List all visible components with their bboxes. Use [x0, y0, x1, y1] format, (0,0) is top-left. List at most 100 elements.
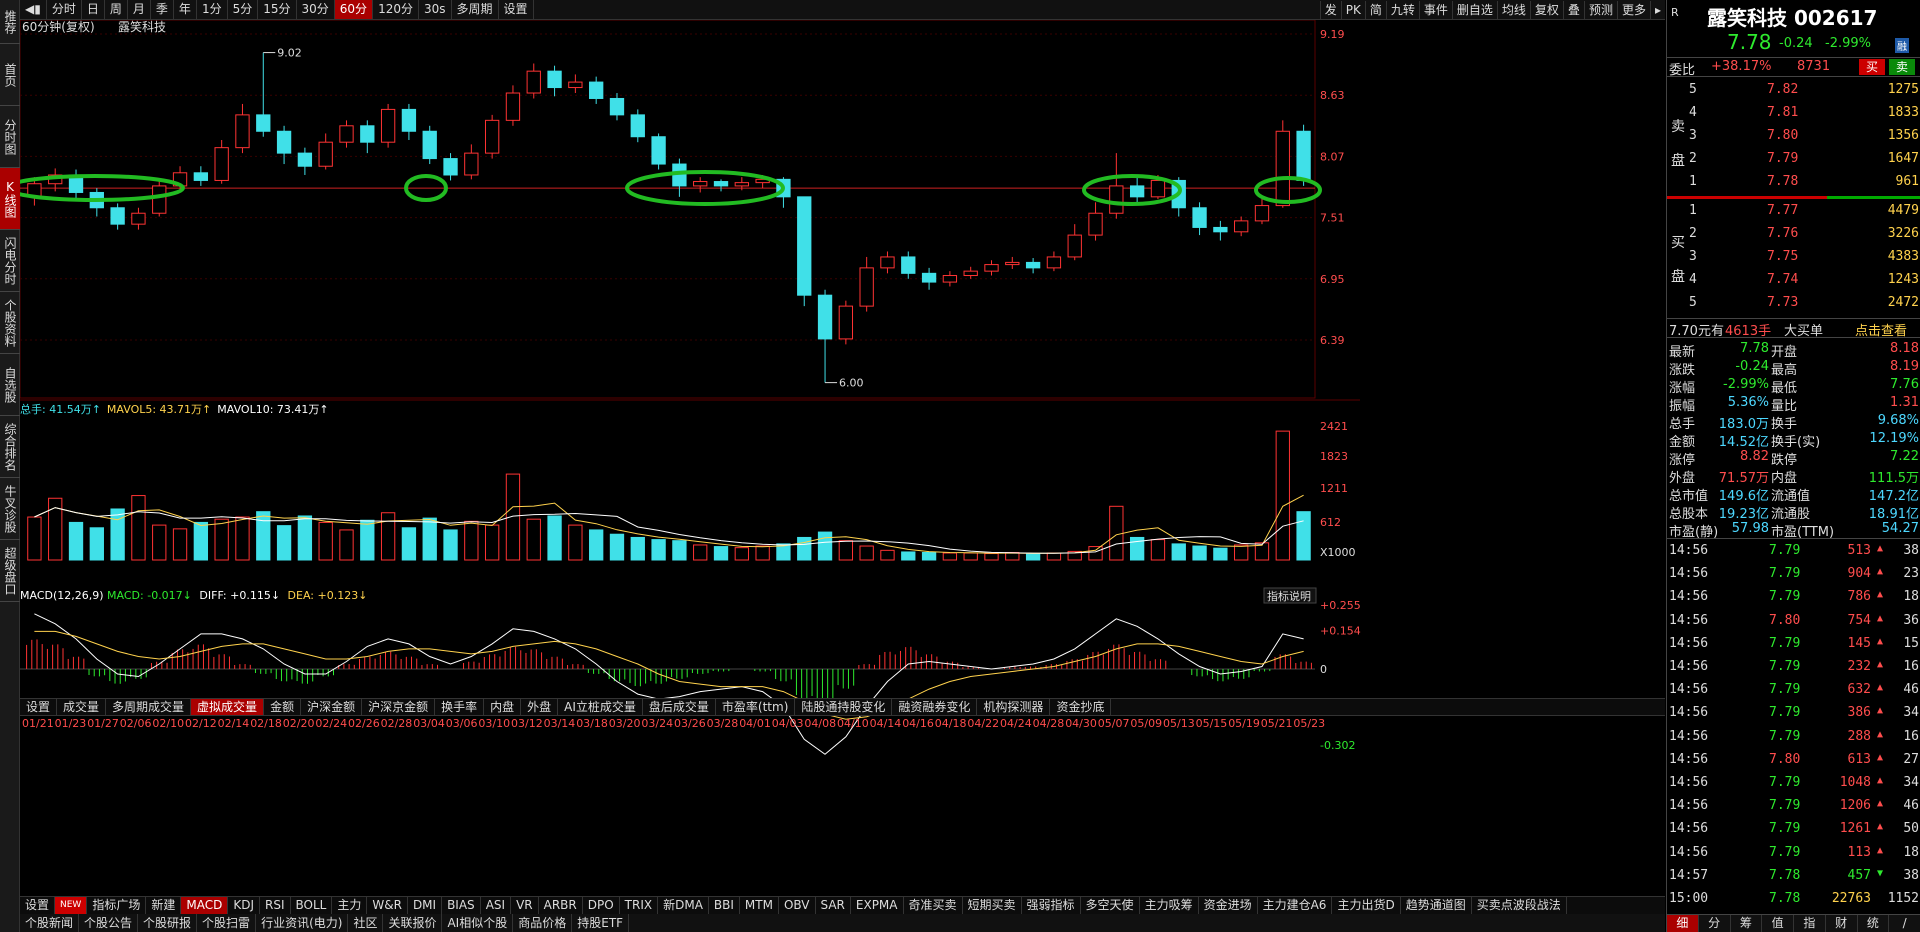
indicator-tab-13[interactable]: 陆股通持股变化 — [795, 699, 893, 715]
top-tool-0[interactable]: 发 — [1319, 0, 1341, 20]
bottom-link-8[interactable]: 商品价格 — [513, 914, 573, 932]
period-2[interactable]: 周 — [105, 0, 128, 19]
left-nav-item-9[interactable]: 超级盘口 — [0, 540, 20, 602]
bottom-tab-7[interactable]: BOLL — [291, 897, 333, 914]
pin-icon[interactable]: ▸ — [1649, 0, 1665, 20]
indicator-tab-14[interactable]: 融资融券变化 — [892, 699, 978, 715]
bottom-link-6[interactable]: 关联报价 — [383, 914, 443, 932]
indicator-tab-6[interactable]: 沪深京金额 — [362, 699, 436, 715]
bottom-tab-15[interactable]: DPO — [583, 897, 620, 914]
bottom-tab-8[interactable]: 主力 — [332, 897, 368, 914]
bottom-tab-10[interactable]: DMI — [408, 897, 443, 914]
top-tool-9[interactable]: 预测 — [1583, 0, 1617, 20]
bottom-tab-1[interactable]: NEW — [55, 897, 88, 914]
period-9[interactable]: 30分 — [297, 0, 335, 19]
left-nav-item-7[interactable]: 综合排名 — [0, 416, 20, 478]
quote-tab-6[interactable]: 统 — [1858, 915, 1890, 932]
bottom-tab-17[interactable]: 新DMA — [658, 897, 709, 914]
bottom-tab-25[interactable]: 强弱指标 — [1022, 897, 1081, 914]
bottom-link-3[interactable]: 个股扫雷 — [197, 914, 257, 932]
period-1[interactable]: 日 — [82, 0, 105, 19]
period-5[interactable]: 年 — [174, 0, 197, 19]
bottom-tab-27[interactable]: 主力吸筹 — [1140, 897, 1199, 914]
bottom-tab-22[interactable]: EXPMA — [851, 897, 904, 914]
quote-tab-7[interactable]: / — [1889, 915, 1920, 932]
indicator-tab-11[interactable]: 盘后成交量 — [643, 699, 716, 715]
period-12[interactable]: 30s — [419, 0, 452, 19]
bottom-tab-26[interactable]: 多空天使 — [1081, 897, 1140, 914]
bottom-tab-4[interactable]: MACD — [181, 897, 229, 914]
bottom-tab-29[interactable]: 主力建仓A6 — [1258, 897, 1333, 914]
period-7[interactable]: 5分 — [228, 0, 259, 19]
bottom-tab-30[interactable]: 主力出货D — [1332, 897, 1401, 914]
bottom-link-0[interactable]: 个股新闻 — [20, 914, 80, 932]
period-13[interactable]: 多周期 — [452, 0, 499, 19]
bottom-tab-19[interactable]: MTM — [740, 897, 779, 914]
quote-tab-4[interactable]: 指 — [1794, 915, 1826, 932]
indicator-tab-2[interactable]: 多周期成交量 — [106, 699, 192, 715]
indicator-tab-0[interactable]: 设置 — [20, 699, 58, 715]
bottom-tab-20[interactable]: OBV — [779, 897, 816, 914]
left-nav-item-1[interactable]: 首页 — [0, 44, 20, 106]
period-4[interactable]: 季 — [151, 0, 174, 19]
bottom-link-9[interactable]: 持股ETF — [572, 914, 630, 932]
period-6[interactable]: 1分 — [197, 0, 228, 19]
bottom-tab-23[interactable]: 奇准买卖 — [904, 897, 963, 914]
bottom-tab-14[interactable]: ARBR — [539, 897, 583, 914]
indicator-tab-1[interactable]: 成交量 — [57, 699, 107, 715]
bottom-tab-11[interactable]: BIAS — [442, 897, 481, 914]
bottom-link-4[interactable]: 行业资讯(电力) — [256, 914, 349, 932]
top-tool-7[interactable]: 复权 — [1529, 0, 1563, 20]
bottom-tab-0[interactable]: 设置 — [20, 897, 56, 914]
top-tool-2[interactable]: 简 — [1364, 0, 1386, 20]
bottom-tab-6[interactable]: RSI — [260, 897, 291, 914]
left-nav-item-4[interactable]: 闪电分时 — [0, 230, 20, 292]
bottom-link-7[interactable]: AI相似个股 — [442, 914, 514, 932]
indicator-tab-9[interactable]: 外盘 — [521, 699, 559, 715]
quote-tab-1[interactable]: 分 — [1699, 915, 1731, 932]
play-icon[interactable]: ◀▮ — [20, 0, 47, 19]
bottom-tab-2[interactable]: 指标广场 — [87, 897, 147, 914]
bottom-link-2[interactable]: 个股研报 — [138, 914, 198, 932]
left-nav-item-6[interactable]: 自选股 — [0, 354, 20, 416]
bottom-tab-12[interactable]: ASI — [481, 897, 512, 914]
left-nav-item-0[interactable]: 推荐 — [0, 0, 20, 44]
indicator-tab-12[interactable]: 市盈率(ttm) — [716, 699, 796, 715]
left-nav-item-5[interactable]: 个股资料 — [0, 292, 20, 354]
indicator-tab-10[interactable]: AI立桩成交量 — [558, 699, 643, 715]
period-0[interactable]: 分时 — [47, 0, 82, 19]
top-tool-8[interactable]: 叠 — [1562, 0, 1584, 20]
period-11[interactable]: 120分 — [373, 0, 419, 19]
bottom-tab-16[interactable]: TRIX — [620, 897, 659, 914]
bottom-tab-9[interactable]: W&R — [367, 897, 408, 914]
indicator-tab-8[interactable]: 内盘 — [484, 699, 522, 715]
quote-tab-3[interactable]: 值 — [1762, 915, 1794, 932]
bottom-tab-32[interactable]: 买卖点波段战法 — [1472, 897, 1567, 914]
indicator-tab-4[interactable]: 金额 — [264, 699, 302, 715]
quote-tab-2[interactable]: 筹 — [1731, 915, 1763, 932]
bottom-link-5[interactable]: 社区 — [348, 914, 384, 932]
bottom-tab-21[interactable]: SAR — [816, 897, 851, 914]
period-10[interactable]: 60分 — [334, 0, 374, 19]
period-14[interactable]: 设置 — [499, 0, 534, 19]
bottom-tab-31[interactable]: 趋势通道图 — [1401, 897, 1472, 914]
bottom-tab-28[interactable]: 资金进场 — [1199, 897, 1258, 914]
indicator-tab-7[interactable]: 换手率 — [435, 699, 485, 715]
kline-chart[interactable]: 60分钟(复权) 露笑科技 9.19 8.63 8.07 7.51 6.95 6.39 9.02… — [20, 20, 1665, 900]
top-tool-5[interactable]: 删自选 — [1451, 0, 1497, 20]
indicator-tab-5[interactable]: 沪深金额 — [301, 699, 363, 715]
period-8[interactable]: 15分 — [258, 0, 297, 19]
period-3[interactable]: 月 — [128, 0, 151, 19]
quote-tab-5[interactable]: 财 — [1826, 915, 1858, 932]
left-nav-item-8[interactable]: 牛叉诊股 — [0, 478, 20, 540]
top-tool-10[interactable]: 更多 — [1616, 0, 1650, 20]
bottom-tab-5[interactable]: KDJ — [228, 897, 261, 914]
bottom-link-1[interactable]: 个股公告 — [79, 914, 139, 932]
indicator-tab-15[interactable]: 机构探测器 — [977, 699, 1051, 715]
top-tool-6[interactable]: 均线 — [1496, 0, 1530, 20]
left-nav-item-3[interactable]: K线图 — [0, 168, 20, 230]
indicator-tab-3[interactable]: 虚拟成交量 — [191, 699, 265, 715]
top-tool-4[interactable]: 事件 — [1418, 0, 1452, 20]
left-nav-item-2[interactable]: 分时图 — [0, 106, 20, 168]
indicator-tab-16[interactable]: 资金抄底 — [1050, 699, 1112, 715]
